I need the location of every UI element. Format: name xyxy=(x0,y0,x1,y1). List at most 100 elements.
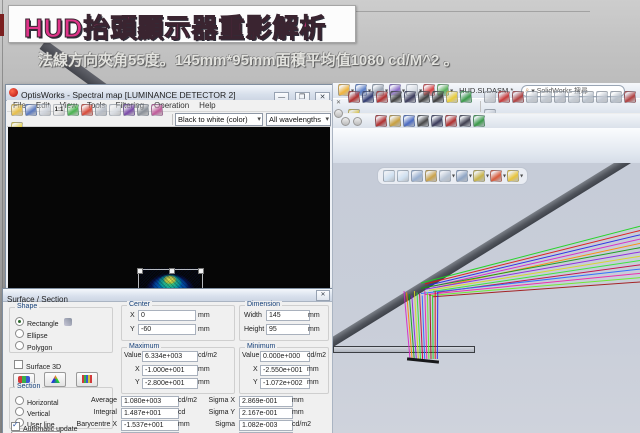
view-toolbar-icons: ▾ ▾ ▾ ▾ ▾ xyxy=(382,167,523,185)
display-style-dropdown-icon[interactable]: ▾ xyxy=(469,173,472,179)
stat-left-value: -1.537e+001 xyxy=(121,420,179,431)
gray-8-icon[interactable] xyxy=(610,91,622,103)
red-plus-icon[interactable] xyxy=(498,91,510,103)
gray-7-icon[interactable] xyxy=(596,91,608,103)
zoom-area-icon[interactable] xyxy=(397,170,409,182)
panel-close-button[interactable]: ✕ xyxy=(316,290,330,301)
optis-q1-icon[interactable] xyxy=(348,91,360,103)
gray-4-icon[interactable] xyxy=(554,91,566,103)
copy-icon[interactable] xyxy=(109,104,121,116)
image-map-icon[interactable] xyxy=(431,115,443,127)
bulb-yellow-icon[interactable] xyxy=(446,91,458,103)
realview-dropdown-icon[interactable]: ▾ xyxy=(503,173,506,179)
gray-2-icon[interactable] xyxy=(526,91,538,103)
colormap-icon[interactable] xyxy=(81,104,93,116)
optisworks-window-title: OptisWorks - Spectral map [LUMINANCE DET… xyxy=(21,90,236,100)
width-field[interactable]: 145 xyxy=(266,310,310,321)
colormap-select[interactable]: Black to white (color) xyxy=(175,113,263,126)
texture-3-icon[interactable] xyxy=(418,91,430,103)
k-red-icon[interactable] xyxy=(512,91,524,103)
view-orientation-icon[interactable] xyxy=(439,170,451,182)
minimum-legend: Minimum xyxy=(245,343,277,350)
adjust-icon[interactable] xyxy=(151,104,163,116)
max-value-field: 6.334e+003 xyxy=(142,351,198,362)
shape-group: Shape Rectangle Ellipse Polygon xyxy=(9,307,113,353)
chart-dark-icon[interactable] xyxy=(459,115,471,127)
min-value-field: 0.000e+000 xyxy=(260,351,310,362)
optis-q3-icon[interactable] xyxy=(375,115,387,127)
panel-titlebar[interactable]: Surface / Section ✕ xyxy=(3,289,332,302)
center-x-field[interactable]: 0 xyxy=(138,310,196,321)
stat-left-label: Barycentre X xyxy=(69,421,117,428)
solidworks-secondary-toolbar xyxy=(333,113,640,129)
hide-show-icon[interactable] xyxy=(473,170,485,182)
zoom-fit-icon[interactable] xyxy=(383,170,395,182)
cie-triangle-icon[interactable] xyxy=(67,104,79,116)
gray-1-icon[interactable] xyxy=(484,91,496,103)
radio-polygon[interactable]: Polygon xyxy=(15,337,52,355)
selection-handle[interactable] xyxy=(169,268,175,274)
command-manager-band: 快速篩選 xyxy=(333,128,640,163)
display-style-icon[interactable] xyxy=(456,170,468,182)
menu-help[interactable]: Help xyxy=(199,101,215,110)
realview-icon[interactable] xyxy=(490,170,502,182)
selection-handle[interactable] xyxy=(137,268,143,274)
gray-5-icon[interactable] xyxy=(568,91,580,103)
levels-icon[interactable] xyxy=(137,104,149,116)
roll-up-icon[interactable] xyxy=(334,109,343,118)
subtitle: 法線方向夾角55度。145mm*95mm面積平均值1080 cd/M^2 。 xyxy=(38,49,459,70)
section-legend: Section xyxy=(15,383,42,390)
optis-q2-icon[interactable] xyxy=(376,91,388,103)
scene-ball-icon[interactable] xyxy=(507,170,519,182)
stat-right-label: Sigma xyxy=(187,421,235,428)
solidworks-viewport[interactable]: ▾ ▾ ▾ ▾ ▾ xyxy=(333,163,640,433)
maximum-group: Maximum Value 6.334e+003 cd/m2 X -1.000e… xyxy=(121,347,235,394)
stat-right-value: 2.167e-001 xyxy=(239,408,293,419)
surface-section-panel: Surface / Section ✕ Shape Rectangle Elli… xyxy=(2,288,333,433)
pencil-2-icon[interactable] xyxy=(403,115,415,127)
selection-handle[interactable] xyxy=(198,268,204,274)
previous-view-icon[interactable] xyxy=(411,170,423,182)
globe-green-icon[interactable] xyxy=(460,91,472,103)
center-y-field[interactable]: -60 xyxy=(138,324,196,335)
close-toolbar-icon[interactable]: ✕ xyxy=(336,99,341,106)
open-folder-icon[interactable] xyxy=(11,104,23,116)
slide-corner-chip xyxy=(0,14,4,36)
expand-icon[interactable] xyxy=(95,104,107,116)
gray-6-icon[interactable] xyxy=(582,91,594,103)
one-to-one-icon[interactable]: 1:1 xyxy=(53,104,65,116)
image-dark-icon[interactable] xyxy=(417,115,429,127)
gray-3-icon[interactable] xyxy=(540,91,552,103)
section-view-icon[interactable] xyxy=(425,170,437,182)
max-x-field: -1.000e+001 xyxy=(142,365,198,376)
scene-ball-dropdown-icon[interactable]: ▾ xyxy=(520,173,523,179)
min-x-field: -2.550e+001 xyxy=(260,365,310,376)
forward-icon[interactable] xyxy=(353,117,362,126)
save-icon[interactable] xyxy=(25,104,37,116)
cie-gamut-button[interactable] xyxy=(44,372,66,387)
pencil-1-icon[interactable] xyxy=(389,115,401,127)
heads-up-view-toolbar: ▾ ▾ ▾ ▾ ▾ xyxy=(377,167,528,185)
optisworks-titlebar[interactable]: OptisWorks - Spectral map [LUMINANCE DET… xyxy=(6,85,332,101)
min-y-field: -1.072e+002 xyxy=(260,378,310,389)
texture-1-icon[interactable] xyxy=(390,91,402,103)
shape-legend: Shape xyxy=(15,303,39,310)
height-field[interactable]: 95 xyxy=(266,324,310,335)
stat-left-value: 1.080e+003 xyxy=(121,396,179,407)
stat-right-value: 2.869e-001 xyxy=(239,396,293,407)
globe-2-icon[interactable] xyxy=(473,115,485,127)
texture-4-icon[interactable] xyxy=(432,91,444,103)
color-grid-button[interactable] xyxy=(76,372,98,387)
hide-show-dropdown-icon[interactable]: ▾ xyxy=(486,173,489,179)
auto-update-checkbox[interactable]: Automatic update xyxy=(11,418,77,433)
stat-left-label: Average xyxy=(69,397,117,404)
view-orientation-dropdown-icon[interactable]: ▾ xyxy=(452,173,455,179)
optis-pointer-icon[interactable] xyxy=(362,91,374,103)
optis-q4-icon[interactable] xyxy=(445,115,457,127)
k-red-2-icon[interactable] xyxy=(624,91,636,103)
center-group: Center X 0 mm Y -60 mm xyxy=(121,305,235,341)
zoom-icon[interactable] xyxy=(39,104,51,116)
layers-icon[interactable] xyxy=(123,104,135,116)
wavelength-select[interactable]: All wavelengths xyxy=(266,113,331,126)
texture-2-icon[interactable] xyxy=(404,91,416,103)
